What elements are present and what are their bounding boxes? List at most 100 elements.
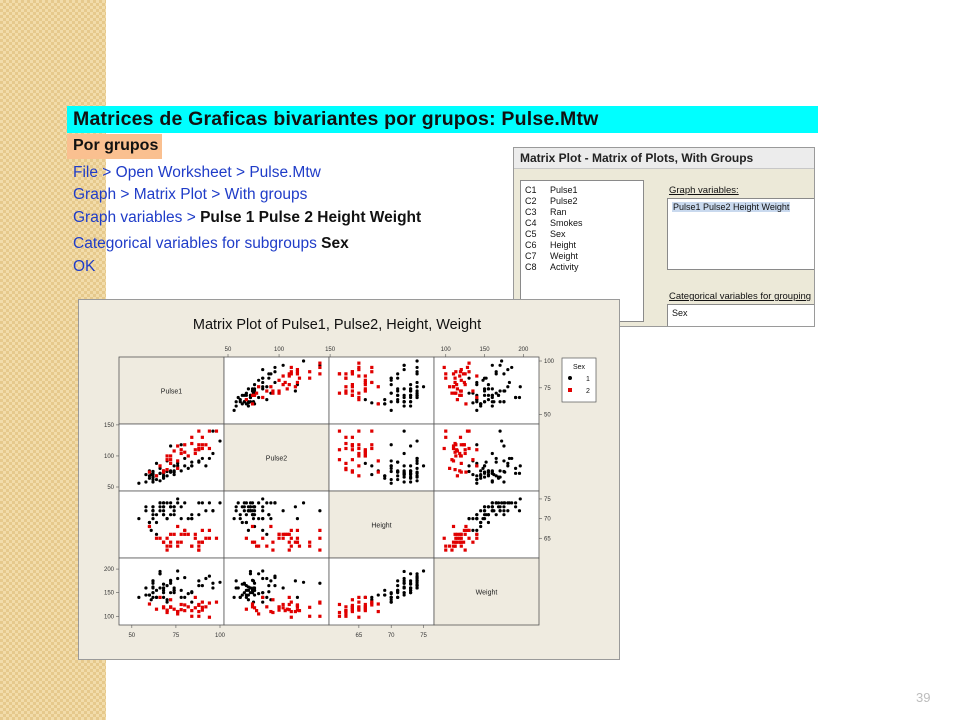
- data-point-group-1: [293, 579, 297, 583]
- step-ok: OK: [73, 258, 96, 275]
- data-point-group-2: [207, 429, 212, 433]
- data-point-group-1: [211, 586, 215, 590]
- data-point-group-1: [486, 383, 491, 387]
- data-point-group-1: [207, 501, 212, 505]
- data-point-group-2: [257, 612, 261, 616]
- data-point-group-1: [183, 456, 187, 461]
- dialog-titlebar[interactable]: Matrix Plot - Matrix of Plots, With Grou…: [514, 148, 814, 169]
- data-point-group-2: [183, 443, 187, 447]
- data-point-group-2: [459, 367, 463, 372]
- data-point-group-2: [289, 536, 293, 540]
- data-point-group-2: [200, 435, 204, 439]
- data-point-group-1: [190, 464, 194, 468]
- data-point-group-2: [283, 380, 287, 385]
- data-point-group-1: [402, 480, 406, 484]
- column-list-item[interactable]: C8 Activity: [525, 262, 579, 272]
- data-point-group-1: [186, 592, 190, 596]
- data-point-group-1: [467, 464, 471, 468]
- data-point-group-1: [265, 385, 269, 389]
- data-point-group-1: [415, 470, 419, 474]
- graph-variables-field[interactable]: Pulse1 Pulse2 Height Weight: [667, 198, 814, 270]
- data-point-group-2: [169, 540, 173, 544]
- matrix-cell: [118, 490, 225, 559]
- data-point-group-1: [154, 477, 159, 482]
- data-point-group-2: [197, 609, 201, 614]
- data-point-group-1: [137, 517, 141, 521]
- data-point-group-2: [183, 528, 187, 532]
- data-point-group-1: [151, 585, 155, 589]
- data-point-group-2: [363, 609, 367, 613]
- data-point-group-2: [344, 385, 348, 389]
- data-point-group-1: [234, 404, 238, 408]
- data-point-group-2: [376, 602, 380, 606]
- data-point-group-2: [370, 443, 374, 447]
- categorical-variables-field[interactable]: Sex: [667, 304, 814, 326]
- data-point-group-1: [409, 582, 413, 586]
- data-point-group-1: [415, 389, 419, 393]
- diagonal-label-pulse1: Pulse1: [161, 389, 183, 396]
- data-point-group-2: [165, 468, 169, 472]
- data-point-group-1: [506, 367, 510, 372]
- data-point-group-1: [154, 461, 159, 465]
- data-point-group-2: [463, 448, 467, 452]
- data-point-group-2: [197, 443, 201, 447]
- data-point-group-1: [409, 444, 413, 448]
- data-point-group-2: [193, 595, 197, 599]
- data-point-group-2: [350, 470, 354, 474]
- data-point-group-2: [453, 450, 457, 454]
- column-list-item[interactable]: C1 Pulse1: [525, 185, 578, 195]
- data-point-group-2: [158, 595, 162, 599]
- column-list-item[interactable]: C5 Sex: [525, 229, 566, 239]
- data-point-group-2: [464, 402, 468, 406]
- data-point-group-1: [234, 579, 238, 583]
- data-point-group-1: [190, 460, 194, 464]
- data-point-group-1: [265, 595, 269, 599]
- data-point-group-2: [289, 544, 293, 548]
- data-point-group-2: [444, 435, 448, 439]
- data-point-group-2: [467, 446, 471, 451]
- data-point-group-1: [415, 359, 419, 363]
- data-point-group-1: [421, 569, 426, 573]
- data-point-group-1: [415, 466, 419, 470]
- data-point-group-2: [357, 443, 361, 447]
- data-point-group-2: [154, 607, 159, 611]
- data-point-group-2: [357, 606, 361, 610]
- column-list-item[interactable]: C2 Pulse2: [525, 196, 578, 206]
- data-point-group-1: [389, 592, 393, 596]
- data-point-group-2: [363, 595, 367, 599]
- column-list-item[interactable]: C7 Weight: [525, 251, 578, 261]
- data-point-group-2: [295, 528, 300, 532]
- data-point-group-2: [287, 383, 291, 387]
- data-point-group-2: [281, 536, 285, 540]
- data-point-group-1: [158, 569, 162, 574]
- axis-tick-pulse1: 100: [544, 359, 555, 365]
- data-point-group-1: [200, 456, 204, 461]
- data-point-group-2: [250, 605, 255, 609]
- data-point-group-1: [240, 520, 244, 525]
- data-point-group-1: [244, 393, 248, 397]
- data-point-group-1: [415, 574, 419, 578]
- data-point-group-2: [467, 361, 471, 365]
- data-point-group-2: [475, 532, 479, 536]
- data-point-group-1: [151, 513, 155, 517]
- data-point-group-1: [183, 501, 187, 505]
- data-point-group-2: [197, 614, 201, 618]
- data-point-group-1: [415, 385, 419, 389]
- data-point-group-1: [147, 476, 152, 480]
- axis-tick-pulse1: 75: [544, 386, 551, 392]
- data-point-group-2: [207, 536, 212, 540]
- column-list-item[interactable]: C6 Height: [525, 240, 576, 250]
- data-point-group-2: [370, 601, 374, 605]
- data-point-group-1: [370, 464, 374, 468]
- data-point-group-1: [218, 439, 222, 443]
- data-point-group-2: [448, 466, 452, 470]
- data-point-group-2: [357, 365, 361, 370]
- data-point-group-1: [200, 501, 204, 505]
- column-list-item[interactable]: C4 Smokes: [525, 218, 583, 228]
- data-point-group-2: [200, 608, 204, 612]
- data-point-group-1: [471, 528, 475, 532]
- page-number: 39: [916, 690, 931, 705]
- data-point-group-1: [232, 408, 236, 412]
- column-list-item[interactable]: C3 Ran: [525, 207, 567, 217]
- matrix-plot-svg: Matrix Plot of Pulse1, Pulse2, Height, W…: [104, 317, 597, 639]
